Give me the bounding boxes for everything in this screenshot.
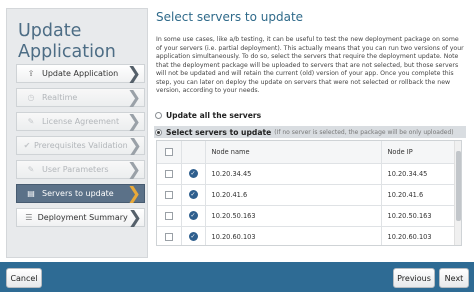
check-icon: ✔: [23, 141, 31, 150]
table-scrollbar[interactable]: [454, 141, 461, 245]
wizard-sidebar: Update Application ⇪ Update Application …: [6, 8, 148, 258]
check-circle-icon: ✓: [188, 169, 198, 178]
step-prerequisites-validation: ✔ Prerequisites Validation ❯: [16, 135, 145, 156]
list-icon: ☰: [25, 213, 33, 222]
table-row[interactable]: ✓ 10.20.50.163 10.20.50.163: [157, 205, 455, 227]
step-realtime: ◷ Realtime ❯: [16, 87, 145, 108]
node-name-cell: 10.20.34.45: [205, 163, 382, 185]
step-license-agreement: ✎ License Agreement ❯: [16, 111, 145, 132]
chevron-right-icon: ❯: [126, 159, 142, 180]
node-ip-cell: 10.20.60.103: [381, 226, 455, 245]
row-checkbox[interactable]: [164, 232, 173, 241]
pen-icon: ✎: [27, 165, 35, 174]
chevron-right-icon: ❯: [127, 207, 142, 228]
previous-button[interactable]: Previous: [393, 268, 435, 288]
clock-icon: ◷: [27, 93, 35, 102]
row-checkbox[interactable]: [164, 211, 173, 220]
node-name-cell: 10.20.50.163: [205, 205, 382, 227]
page-description: In some use cases, like a/b testing, it …: [156, 36, 464, 94]
row-checkbox[interactable]: [164, 190, 173, 199]
cancel-button[interactable]: Cancel: [6, 268, 42, 288]
servers-table: Node name Node IP ✓ 10.20.34.45 10.20.34…: [156, 140, 462, 246]
update-all-radio[interactable]: [155, 112, 162, 119]
upload-icon: ⇪: [27, 69, 35, 78]
chevron-right-icon: ❯: [126, 183, 142, 204]
update-all-option[interactable]: Update all the servers: [155, 111, 261, 120]
table-row[interactable]: ✓ 10.20.34.45 10.20.34.45: [157, 163, 455, 185]
select-servers-radio[interactable]: [155, 129, 162, 136]
table-row[interactable]: ✓ 10.20.60.103 10.20.60.103: [157, 226, 455, 245]
status-header: [181, 141, 206, 164]
chevron-right-icon: ❯: [127, 135, 142, 156]
check-circle-icon: ✓: [188, 232, 198, 241]
select-all-cell[interactable]: [157, 141, 182, 164]
node-ip-cell: 10.20.50.163: [381, 205, 455, 227]
select-servers-note: (If no server is selected, the package w…: [274, 129, 454, 136]
chevron-right-icon: ❯: [126, 63, 142, 84]
server-icon: ▤: [27, 189, 35, 198]
table-row[interactable]: ✓ 10.20.41.6 10.20.41.6: [157, 184, 455, 206]
node-name-header: Node name: [205, 141, 382, 164]
node-ip-cell: 10.20.34.45: [381, 163, 455, 185]
row-checkbox[interactable]: [164, 169, 173, 178]
check-circle-icon: ✓: [188, 190, 198, 199]
node-name-cell: 10.20.60.103: [205, 226, 382, 245]
chevron-right-icon: ❯: [126, 87, 142, 108]
page-title: Select servers to update: [156, 10, 304, 24]
node-ip-header: Node IP: [381, 141, 455, 164]
check-circle-icon: ✓: [188, 211, 198, 220]
next-button[interactable]: Next: [439, 268, 469, 288]
select-servers-option[interactable]: Select servers to update (If no server i…: [155, 128, 454, 137]
step-deployment-summary[interactable]: ☰ Deployment Summary ❯: [16, 207, 145, 228]
step-user-parameters: ✎ User Parameters ❯: [16, 159, 145, 180]
step-servers-to-update[interactable]: ▤ Servers to update ❯: [16, 183, 145, 204]
node-ip-cell: 10.20.41.6: [381, 184, 455, 206]
app-title: Update Application: [18, 21, 116, 62]
pen-icon: ✎: [27, 117, 35, 126]
table-header-row: Node name Node IP: [157, 141, 455, 164]
step-update-application[interactable]: ⇪ Update Application ❯: [16, 63, 145, 84]
chevron-right-icon: ❯: [126, 111, 142, 132]
select-all-checkbox[interactable]: [164, 147, 173, 156]
node-name-cell: 10.20.41.6: [205, 184, 382, 206]
scrollbar-thumb[interactable]: [456, 151, 461, 221]
